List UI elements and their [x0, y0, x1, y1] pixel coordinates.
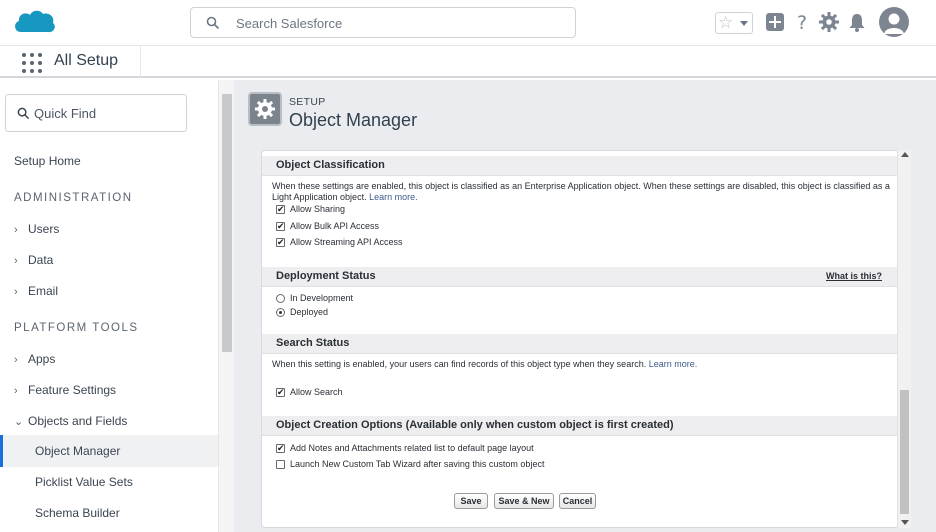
checkbox-box[interactable]: [276, 442, 285, 454]
scroll-down-arrow-icon[interactable]: [901, 520, 909, 525]
chevron-down-icon: [740, 21, 748, 26]
checkbox-box[interactable]: [276, 203, 285, 215]
salesforce-cloud-logo[interactable]: [12, 7, 56, 37]
sidebar-item-label: Email: [28, 284, 59, 298]
sidebar-item-feature-settings[interactable]: › Feature Settings: [14, 383, 116, 397]
classification-description: When these settings are enabled, this ob…: [272, 181, 892, 203]
chevron-right-icon: ›: [14, 385, 18, 397]
description-text: When these settings are enabled, this ob…: [272, 181, 890, 202]
sidebar-item-label: Apps: [28, 352, 56, 366]
user-avatar-icon[interactable]: [879, 7, 909, 37]
checkbox-box[interactable]: [276, 220, 285, 232]
chevron-down-icon: ⌄: [14, 416, 24, 428]
favorites-star-icon: ☆: [718, 13, 734, 32]
learn-more-link[interactable]: Learn more.: [649, 359, 698, 369]
radio-label: Deployed: [290, 307, 329, 317]
sidebar-item-objects-and-fields[interactable]: ⌄ Objects and Fields: [14, 414, 127, 428]
sidebar-item-apps[interactable]: › Apps: [14, 352, 55, 366]
section-title: Search Status: [276, 337, 350, 349]
chevron-right-icon: ›: [14, 224, 18, 236]
search-icon: [206, 16, 220, 30]
checkbox-box[interactable]: [276, 460, 285, 469]
sidebar-scrollbar[interactable]: [218, 80, 234, 532]
section-header-deployment-status: Deployment Status What is this?: [262, 267, 898, 287]
global-search-placeholder: Search Salesforce: [236, 16, 343, 31]
radio-label: In Development: [290, 293, 354, 303]
section-header-object-classification: Object Classification: [262, 156, 898, 176]
sidebar-heading-platform-tools: PLATFORM TOOLS: [14, 322, 139, 334]
sidebar-item-label: Users: [28, 222, 60, 236]
section-header-object-creation-options: Object Creation Options (Available only …: [262, 416, 898, 436]
section-title: Object Classification: [276, 159, 385, 171]
sidebar-item-email[interactable]: › Email: [14, 284, 58, 298]
description-text: When this setting is enabled, your users…: [272, 359, 647, 369]
checkbox-box[interactable]: [276, 386, 285, 398]
app-bar-divider: [140, 46, 141, 78]
chevron-right-icon: ›: [14, 286, 18, 298]
sidebar-item-data[interactable]: › Data: [14, 253, 53, 267]
help-icon[interactable]: ?: [791, 11, 813, 33]
setup-sidebar: Quick Find Setup Home ADMINISTRATION › Us…: [0, 80, 218, 532]
what-is-this-link[interactable]: What is this?: [826, 271, 882, 281]
checkbox-label: Allow Streaming API Access: [290, 237, 403, 247]
setup-gear-icon: [248, 92, 282, 126]
save-and-new-button[interactable]: Save & New: [494, 493, 554, 509]
setup-gear-icon[interactable]: [818, 11, 840, 33]
object-settings-panel: Object Classification When these setting…: [261, 150, 909, 528]
checkbox-box[interactable]: [276, 236, 285, 248]
sidebar-item-label: Objects and Fields: [28, 414, 128, 428]
chevron-right-icon: ›: [14, 255, 18, 267]
app-navigation-bar: All Setup: [0, 46, 936, 78]
sidebar-item-label: Data: [28, 253, 54, 267]
radio-circle[interactable]: [276, 294, 285, 303]
checkbox-label: Allow Bulk API Access: [290, 221, 380, 231]
sidebar-item-label: Feature Settings: [28, 383, 117, 397]
checkbox-label: Add Notes and Attachments related list t…: [290, 443, 534, 453]
form-button-row: Save Save & New Cancel: [262, 486, 898, 516]
cancel-button[interactable]: Cancel: [559, 493, 596, 509]
sidebar-item-setup-home[interactable]: Setup Home: [14, 154, 81, 168]
checkbox-label: Allow Search: [290, 387, 343, 397]
app-name: All Setup: [54, 52, 119, 69]
main-content: SETUP Object Manager Object Classificati…: [234, 80, 936, 532]
search-icon: [17, 107, 30, 120]
panel-scrollbar[interactable]: [897, 150, 911, 528]
panel-scrollbar-thumb[interactable]: [900, 390, 909, 514]
section-title: Deployment Status: [276, 270, 376, 282]
search-description: When this setting is enabled, your users…: [272, 359, 892, 370]
page-pretitle: SETUP: [289, 96, 326, 108]
save-button[interactable]: Save: [454, 493, 488, 509]
sidebar-item-picklist-value-sets[interactable]: Picklist Value Sets: [35, 475, 133, 489]
app-launcher-icon[interactable]: [22, 53, 42, 73]
sidebar-item-users[interactable]: › Users: [14, 222, 59, 236]
learn-more-link[interactable]: Learn more.: [369, 192, 418, 202]
favorites-button[interactable]: ☆: [715, 12, 753, 34]
section-header-search-status: Search Status: [262, 334, 898, 354]
sidebar-item-object-manager[interactable]: Object Manager: [35, 444, 120, 458]
sidebar-scrollbar-thumb[interactable]: [222, 94, 232, 352]
global-search-box[interactable]: Search Salesforce: [190, 7, 576, 38]
section-title: Object Creation Options (Available only …: [276, 419, 674, 431]
scroll-up-arrow-icon[interactable]: [901, 152, 909, 157]
notifications-bell-icon[interactable]: [846, 11, 868, 33]
svg-text:?: ?: [797, 12, 807, 33]
page-title: Object Manager: [289, 110, 418, 130]
quick-find-input[interactable]: Quick Find: [5, 94, 187, 132]
checkbox-label: Allow Sharing: [290, 204, 346, 214]
checkbox-label: Launch New Custom Tab Wizard after savin…: [290, 459, 545, 469]
sidebar-heading-administration: ADMINISTRATION: [14, 192, 133, 204]
sidebar-item-schema-builder[interactable]: Schema Builder: [35, 506, 120, 520]
quick-find-placeholder: Quick Find: [34, 106, 97, 121]
radio-circle[interactable]: [276, 308, 285, 317]
chevron-right-icon: ›: [14, 354, 18, 366]
global-header: Search Salesforce ☆ ?: [0, 0, 936, 46]
global-actions-icon[interactable]: [764, 11, 786, 33]
